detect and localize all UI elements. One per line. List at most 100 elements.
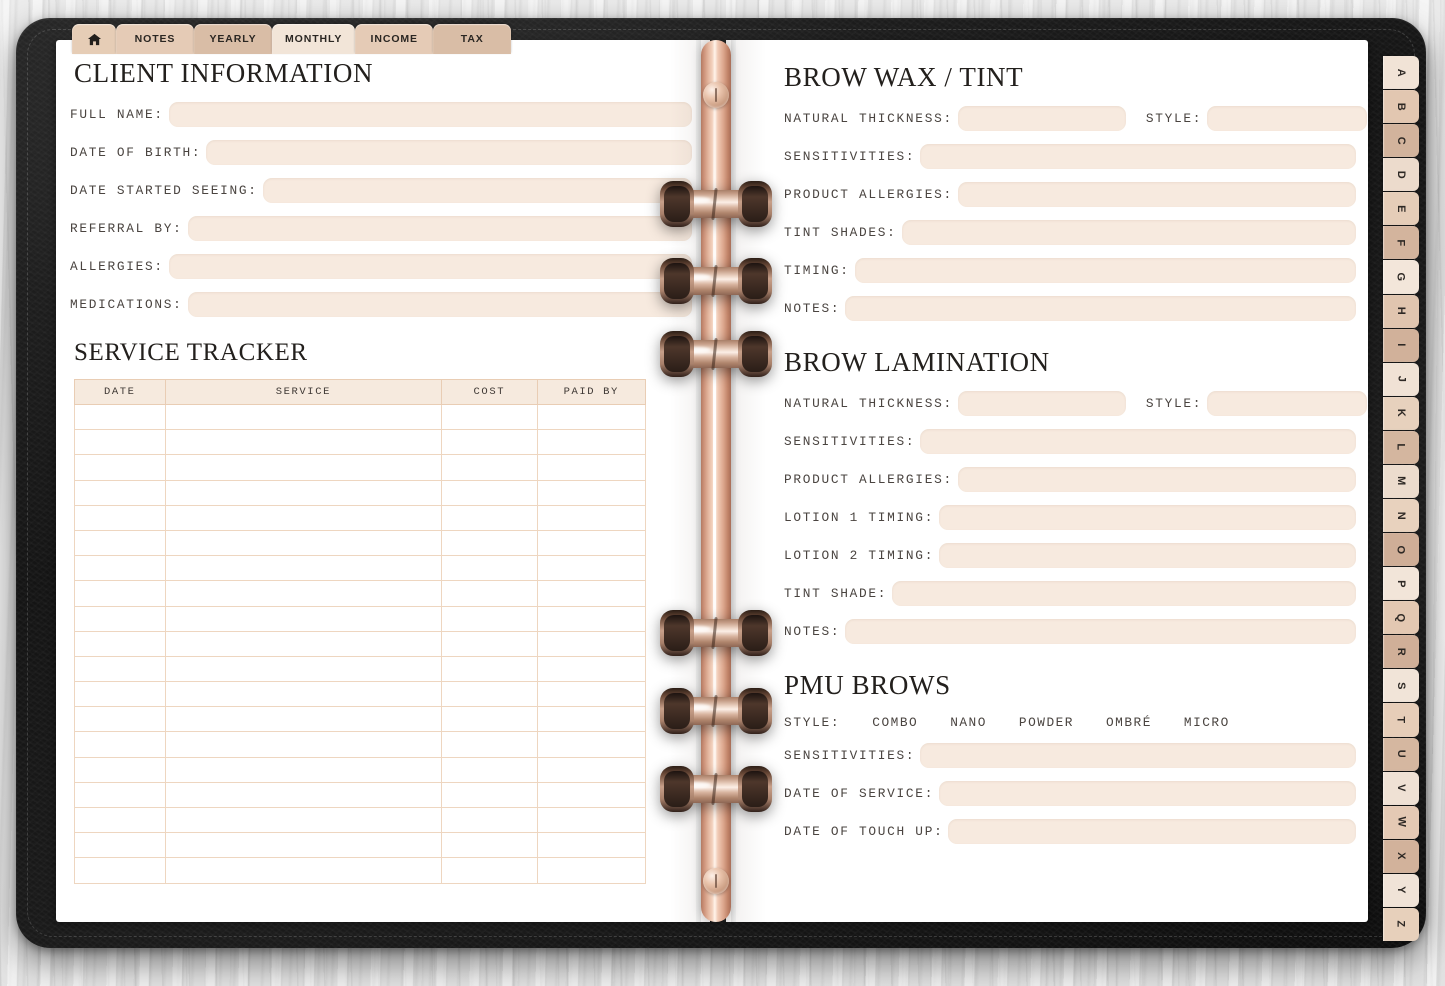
- table-cell[interactable]: [164, 706, 443, 733]
- table-cell[interactable]: [536, 555, 646, 582]
- table-cell[interactable]: [74, 504, 166, 531]
- table-cell[interactable]: [441, 731, 538, 758]
- wax-field-input[interactable]: [1207, 106, 1368, 131]
- table-cell[interactable]: [441, 806, 538, 834]
- lamination-field-input[interactable]: [892, 581, 1356, 606]
- table-cell[interactable]: [74, 706, 166, 733]
- client-field-input[interactable]: [168, 102, 692, 127]
- alphabet-tab-x[interactable]: X: [1383, 839, 1419, 873]
- table-cell[interactable]: [164, 731, 443, 758]
- client-field-input[interactable]: [262, 178, 692, 203]
- table-cell[interactable]: [164, 504, 443, 531]
- table-cell[interactable]: [536, 504, 646, 531]
- table-cell[interactable]: [536, 630, 646, 657]
- alphabet-tab-b[interactable]: B: [1383, 90, 1419, 124]
- wax-field-input[interactable]: [957, 182, 1356, 207]
- table-cell[interactable]: [164, 681, 443, 708]
- alphabet-tab-r[interactable]: R: [1383, 635, 1419, 669]
- lamination-field-input[interactable]: [1207, 391, 1368, 416]
- table-cell[interactable]: [536, 832, 646, 859]
- table-cell[interactable]: [74, 681, 166, 708]
- alphabet-tab-q[interactable]: Q: [1383, 601, 1419, 635]
- lamination-field-input[interactable]: [845, 619, 1356, 644]
- alphabet-tab-y[interactable]: Y: [1383, 873, 1419, 907]
- table-cell[interactable]: [441, 479, 538, 506]
- table-cell[interactable]: [536, 580, 646, 607]
- table-cell[interactable]: [74, 806, 166, 834]
- table-cell[interactable]: [441, 605, 538, 632]
- table-cell[interactable]: [164, 756, 443, 783]
- table-cell[interactable]: [164, 429, 443, 456]
- table-cell[interactable]: [441, 781, 538, 809]
- table-cell[interactable]: [164, 655, 443, 683]
- table-cell[interactable]: [536, 806, 646, 834]
- alphabet-tab-w[interactable]: W: [1383, 805, 1419, 839]
- alphabet-tab-s[interactable]: S: [1383, 669, 1419, 703]
- top-tab-income[interactable]: INCOME: [355, 24, 434, 54]
- table-cell[interactable]: [536, 756, 646, 783]
- table-cell[interactable]: [536, 454, 646, 481]
- table-cell[interactable]: [74, 479, 166, 506]
- table-cell[interactable]: [74, 857, 166, 884]
- table-cell[interactable]: [164, 479, 443, 506]
- table-cell[interactable]: [441, 454, 538, 481]
- lamination-field-input[interactable]: [920, 429, 1356, 454]
- table-cell[interactable]: [441, 529, 538, 557]
- wax-field-input[interactable]: [957, 106, 1126, 131]
- table-cell[interactable]: [536, 857, 646, 884]
- top-tab-monthly[interactable]: MONTHLY: [272, 24, 356, 54]
- table-cell[interactable]: [164, 403, 443, 431]
- table-cell[interactable]: [74, 781, 166, 809]
- alphabet-tab-h[interactable]: H: [1383, 294, 1419, 328]
- table-cell[interactable]: [74, 655, 166, 683]
- table-cell[interactable]: [74, 605, 166, 632]
- alphabet-tab-i[interactable]: I: [1383, 328, 1419, 362]
- pmu-field-input[interactable]: [939, 781, 1356, 806]
- wax-field-input[interactable]: [854, 258, 1356, 283]
- table-cell[interactable]: [441, 681, 538, 708]
- table-cell[interactable]: [164, 630, 443, 657]
- alphabet-tab-f[interactable]: F: [1383, 226, 1419, 260]
- alphabet-tab-d[interactable]: D: [1383, 158, 1419, 192]
- table-cell[interactable]: [164, 832, 443, 859]
- table-cell[interactable]: [441, 857, 538, 884]
- table-cell[interactable]: [536, 429, 646, 456]
- table-cell[interactable]: [536, 731, 646, 758]
- table-cell[interactable]: [74, 580, 166, 607]
- wax-field-input[interactable]: [845, 296, 1356, 321]
- table-cell[interactable]: [164, 529, 443, 557]
- pmu-field-input[interactable]: [948, 819, 1356, 844]
- table-cell[interactable]: [164, 605, 443, 632]
- table-cell[interactable]: [441, 832, 538, 859]
- table-cell[interactable]: [441, 403, 538, 431]
- table-cell[interactable]: [536, 655, 646, 683]
- table-cell[interactable]: [74, 756, 166, 783]
- wax-field-input[interactable]: [920, 144, 1356, 169]
- alphabet-tab-c[interactable]: C: [1383, 124, 1419, 158]
- pmu-style-option-powder[interactable]: POWDER: [1019, 715, 1074, 730]
- table-cell[interactable]: [536, 681, 646, 708]
- table-cell[interactable]: [441, 555, 538, 582]
- client-field-input[interactable]: [187, 216, 692, 241]
- lamination-field-input[interactable]: [957, 391, 1126, 416]
- table-cell[interactable]: [74, 403, 166, 431]
- table-cell[interactable]: [164, 806, 443, 834]
- table-cell[interactable]: [164, 454, 443, 481]
- table-cell[interactable]: [441, 580, 538, 607]
- table-cell[interactable]: [536, 403, 646, 431]
- alphabet-tab-g[interactable]: G: [1383, 260, 1419, 294]
- alphabet-tab-v[interactable]: V: [1383, 771, 1419, 805]
- table-cell[interactable]: [536, 479, 646, 506]
- table-cell[interactable]: [441, 706, 538, 733]
- table-cell[interactable]: [74, 731, 166, 758]
- client-field-input[interactable]: [168, 254, 692, 279]
- pmu-style-option-ombré[interactable]: OMBRÉ: [1106, 715, 1152, 730]
- table-cell[interactable]: [74, 555, 166, 582]
- pmu-style-option-micro[interactable]: MICRO: [1184, 715, 1230, 730]
- table-cell[interactable]: [536, 781, 646, 809]
- client-field-input[interactable]: [187, 292, 692, 317]
- alphabet-tab-z[interactable]: Z: [1383, 907, 1419, 942]
- table-cell[interactable]: [164, 555, 443, 582]
- table-cell[interactable]: [441, 630, 538, 657]
- table-cell[interactable]: [441, 655, 538, 683]
